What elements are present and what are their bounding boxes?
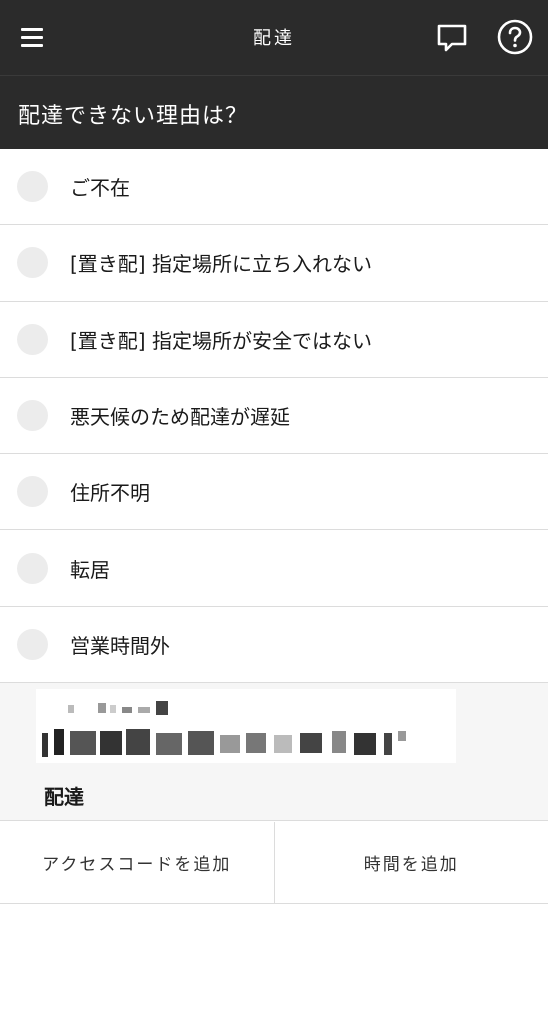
question-text: 配達できない理由は？ [18,104,249,129]
reason-list: ご不在 [置き配] 指定場所に立ち入れない [置き配] 指定場所が安全ではない … [0,149,548,684]
reason-option-bad-weather[interactable]: 悪天候のため配達が遅延 [0,377,548,455]
menu-icon[interactable] [14,22,50,52]
radio-button[interactable] [17,628,48,660]
reason-option-no-access[interactable]: [置き配] 指定場所に立ち入れない [0,225,548,302]
action-buttons: アクセスコードを追加 時間を追加 [0,822,548,904]
reason-option-moved[interactable]: 転居 [0,530,548,607]
redacted-line [42,729,442,759]
radio-button[interactable] [17,247,48,279]
reason-option-absent[interactable]: ご不在 [0,149,548,226]
reason-option-closed[interactable]: 営業時間外 [0,606,548,684]
chat-bubble-icon[interactable] [434,20,470,56]
redacted-line [50,701,170,717]
radio-button[interactable] [17,323,48,355]
delivery-status-label: 配達 [44,785,84,809]
reason-label: 営業時間外 [70,633,170,658]
reason-option-unsafe-location[interactable]: [置き配] 指定場所が安全ではない [0,301,548,378]
reason-label: 転居 [70,557,110,582]
reason-label: 悪天候のため配達が遅延 [70,405,290,430]
delivery-info-panel: 配達 [0,683,548,821]
reason-option-unknown-address[interactable]: 住所不明 [0,454,548,531]
radio-button[interactable] [17,476,48,508]
add-access-code-button[interactable]: アクセスコードを追加 [0,822,274,903]
reason-label: ご不在 [70,176,130,201]
redacted-address [36,689,456,763]
radio-button[interactable] [17,171,48,203]
top-app-bar: 配達 [0,0,548,75]
reason-label: 住所不明 [70,481,150,506]
add-time-button[interactable]: 時間を追加 [273,822,548,903]
question-header: 配達できない理由は？ [0,75,548,149]
reason-label: [置き配] 指定場所が安全ではない [70,328,372,353]
radio-button[interactable] [17,400,48,432]
help-circle-icon[interactable] [496,18,534,56]
reason-label: [置き配] 指定場所に立ち入れない [70,252,372,277]
radio-button[interactable] [17,552,48,584]
